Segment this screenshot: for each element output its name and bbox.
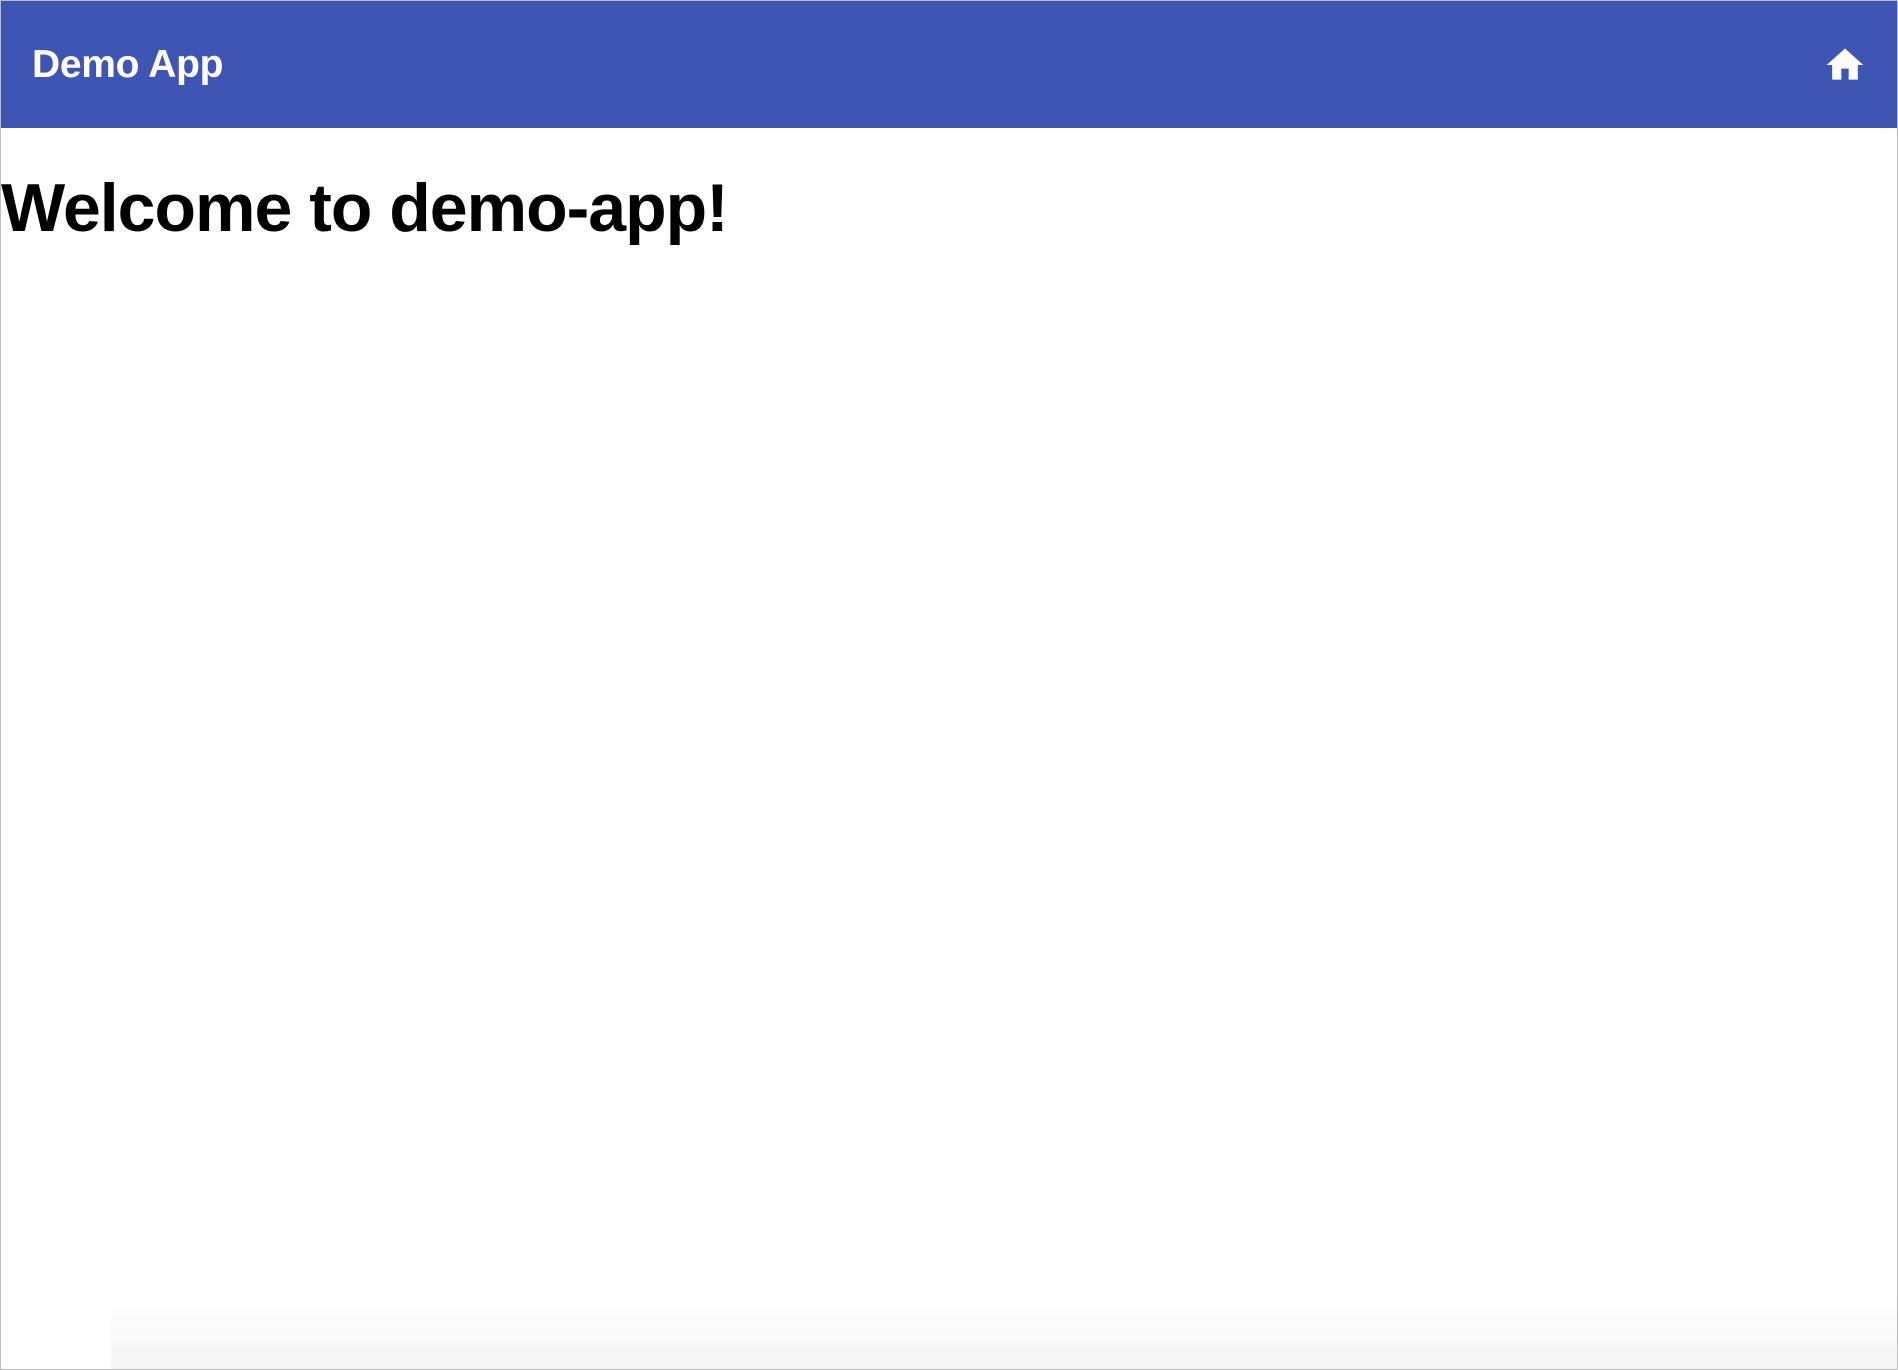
home-icon: [1823, 43, 1867, 87]
home-button[interactable]: [1821, 41, 1869, 89]
main-content: Welcome to demo-app!: [1, 128, 1897, 1369]
app-title: Demo App: [32, 42, 224, 86]
top-toolbar: Demo App: [1, 1, 1897, 128]
welcome-heading: Welcome to demo-app!: [1, 170, 729, 246]
app-window: Demo App Welcome to demo-app!: [0, 0, 1898, 1370]
